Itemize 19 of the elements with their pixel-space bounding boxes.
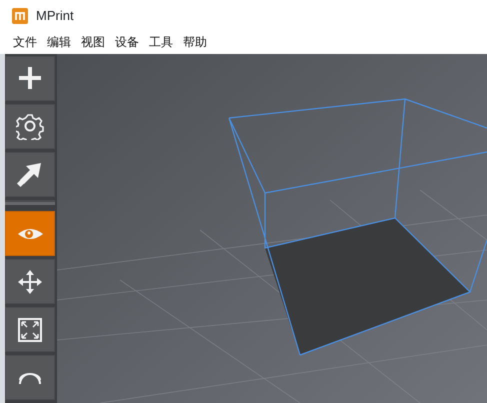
view-button[interactable] <box>5 211 55 256</box>
move-icon <box>16 268 44 296</box>
add-tool-button[interactable] <box>5 56 55 101</box>
menu-item[interactable]: 帮助 <box>180 31 214 54</box>
menu-item[interactable]: 视图 <box>78 31 112 54</box>
settings-tool-button[interactable] <box>5 104 55 149</box>
arrow-tool-button[interactable] <box>5 152 55 197</box>
menu-item[interactable]: 工具 <box>146 31 180 54</box>
window-title: MPrint <box>36 6 74 25</box>
move-tool-button[interactable] <box>5 259 55 304</box>
arrow-icon <box>16 160 44 188</box>
settings-icon <box>16 112 44 140</box>
rotate-tool-button[interactable] <box>5 355 55 400</box>
scale-icon <box>16 316 44 344</box>
menu-item[interactable]: 文件 <box>10 31 44 54</box>
menu-item[interactable]: 设备 <box>112 31 146 54</box>
app-logo-icon <box>12 8 28 24</box>
menu-item[interactable]: 编辑 <box>44 31 78 54</box>
scale-tool-button[interactable] <box>5 307 55 352</box>
